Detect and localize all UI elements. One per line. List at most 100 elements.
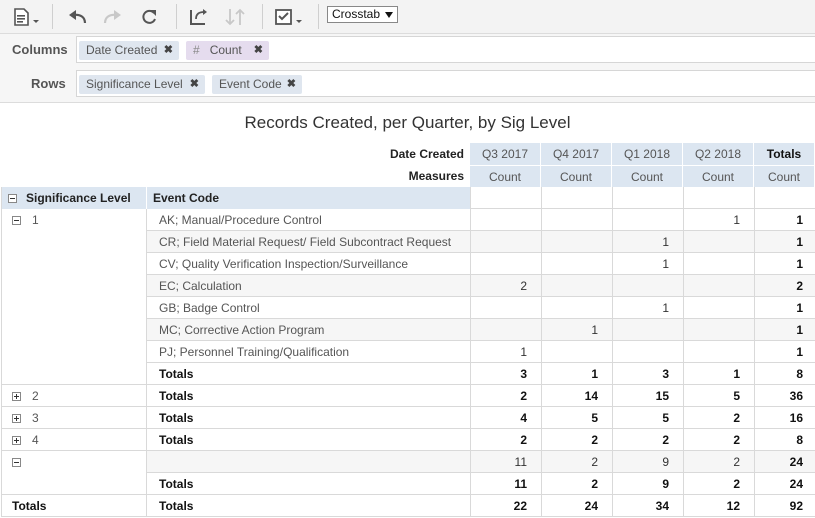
event-code-label: MC; Corrective Action Program (146, 319, 470, 341)
data-cell: 1 (754, 209, 815, 231)
data-cell: 2 (683, 473, 754, 495)
expand-icon[interactable] (12, 436, 21, 445)
data-cell: 24 (541, 495, 612, 517)
event-code-label (146, 451, 470, 473)
data-cell: 2 (470, 429, 541, 451)
toolbar-separator (52, 4, 53, 29)
toolbar: Crosstab (0, 0, 815, 34)
columns-shelf[interactable]: Date Created ✖ # Count ✖ (76, 36, 815, 63)
column-header-quarter[interactable]: Q3 2017 (470, 143, 541, 165)
header-spacer-cell (470, 187, 541, 209)
data-cell: 2 (754, 275, 815, 297)
pill-label: Count (209, 43, 242, 57)
data-cell: 1 (754, 253, 815, 275)
collapse-icon[interactable] (8, 194, 17, 203)
data-cell: 22 (470, 495, 541, 517)
column-header-quarter[interactable]: Q1 2018 (612, 143, 683, 165)
expand-icon[interactable] (12, 414, 21, 423)
data-cell: 34 (612, 495, 683, 517)
data-cell: 1 (612, 297, 683, 319)
options-menu-button[interactable] (272, 6, 306, 27)
data-cell: 15 (612, 385, 683, 407)
significance-level-cell: 3 (2, 407, 146, 429)
row-totals-label: Totals (146, 363, 470, 385)
data-cell: 1 (470, 341, 541, 363)
measure-header: Count (683, 165, 754, 187)
measure-header: Count (754, 165, 815, 187)
redo-icon (103, 9, 121, 23)
undo-button[interactable] (64, 6, 90, 27)
data-cell: 5 (683, 385, 754, 407)
data-cell: 1 (683, 209, 754, 231)
undo-icon (69, 9, 87, 23)
pill-event-code[interactable]: Event Code ✖ (212, 75, 302, 94)
view-type-select[interactable]: Crosstab (327, 6, 398, 23)
table-border (1, 187, 2, 517)
pill-date-created[interactable]: Date Created ✖ (79, 41, 179, 60)
data-cell: 5 (541, 407, 612, 429)
data-cell: 1 (541, 319, 612, 341)
collapse-icon[interactable] (12, 458, 21, 467)
significance-level-cell: 1 (2, 209, 146, 385)
data-cell: 5 (612, 407, 683, 429)
sort-icon (225, 8, 245, 25)
data-cell (541, 253, 612, 275)
switch-axes-button[interactable] (186, 6, 212, 27)
rows-shelf-label: Rows (31, 76, 66, 91)
row-header-event-code[interactable]: Event Code (146, 187, 470, 209)
collapse-icon[interactable] (12, 216, 21, 225)
measure-header: Count (470, 165, 541, 187)
data-cell: 14 (541, 385, 612, 407)
remove-icon[interactable]: ✖ (287, 75, 296, 94)
data-cell: 9 (612, 451, 683, 473)
significance-level-cell (2, 451, 146, 495)
remove-icon[interactable]: ✖ (164, 41, 173, 60)
measure-header: Count (612, 165, 683, 187)
export-menu-button[interactable] (10, 6, 42, 27)
data-cell: 2 (683, 407, 754, 429)
view-type-value: Crosstab (332, 7, 381, 21)
data-cell: 9 (612, 473, 683, 495)
data-cell: 11 (470, 451, 541, 473)
significance-level-cell: 2 (2, 385, 146, 407)
data-cell (541, 341, 612, 363)
row-totals-label: Totals (146, 385, 470, 407)
data-cell: 1 (754, 341, 815, 363)
data-cell: 2 (470, 385, 541, 407)
event-code-label: PJ; Personnel Training/Qualification (146, 341, 470, 363)
header-spacer-cell (541, 187, 612, 209)
column-header-quarter[interactable]: Q4 2017 (541, 143, 612, 165)
data-cell: 24 (754, 473, 815, 495)
pill-significance-level[interactable]: Significance Level ✖ (79, 75, 205, 94)
export-icon (14, 7, 39, 26)
data-cell (541, 231, 612, 253)
data-cell: 2 (541, 473, 612, 495)
remove-icon[interactable]: ✖ (190, 75, 199, 94)
data-cell: 1 (683, 363, 754, 385)
data-cell (541, 297, 612, 319)
data-cell: 2 (683, 451, 754, 473)
data-cell (470, 253, 541, 275)
data-cell (683, 253, 754, 275)
pill-count[interactable]: # Count ✖ (186, 41, 269, 60)
measures-header-label: Measures (300, 165, 470, 187)
expand-icon[interactable] (12, 392, 21, 401)
column-header-quarter[interactable]: Q2 2018 (683, 143, 754, 165)
event-code-label: AK; Manual/Procedure Control (146, 209, 470, 231)
sort-button[interactable] (222, 6, 248, 27)
row-header-significance-level[interactable]: Significance Level (2, 187, 146, 209)
data-cell: 2 (683, 429, 754, 451)
rows-shelf[interactable]: Significance Level ✖ Event Code ✖ (76, 70, 815, 97)
column-header-quarter[interactable]: Totals (754, 143, 815, 165)
reset-button[interactable] (136, 6, 162, 27)
data-cell: 36 (754, 385, 815, 407)
event-code-label: GB; Badge Control (146, 297, 470, 319)
remove-icon[interactable]: ✖ (254, 41, 263, 60)
measure-header: Count (541, 165, 612, 187)
data-cell: 24 (754, 451, 815, 473)
switch-axes-icon (190, 8, 207, 25)
data-cell: 3 (612, 363, 683, 385)
redo-button[interactable] (100, 6, 126, 27)
toolbar-separator (176, 4, 177, 29)
data-cell: 1 (754, 297, 815, 319)
